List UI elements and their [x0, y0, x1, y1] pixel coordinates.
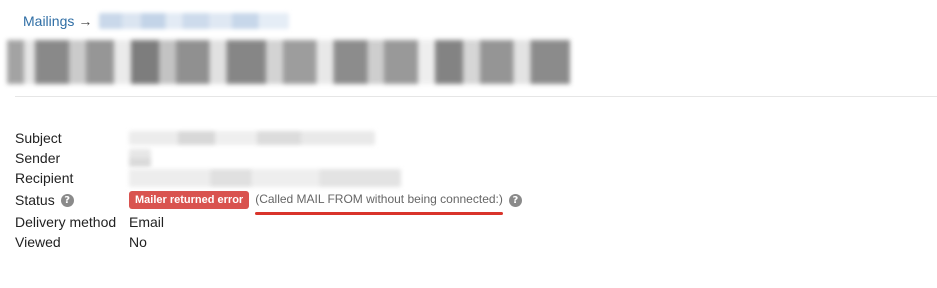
- sender-label: Sender: [15, 150, 61, 166]
- status-help-icon[interactable]: ?: [60, 193, 74, 207]
- mailing-details: Subject Sender Recipient Status ? Mailer…: [15, 128, 522, 252]
- sender-row: Sender: [15, 148, 522, 168]
- delivery-method-row: Delivery method Email: [15, 212, 522, 232]
- recipient-value: [129, 169, 401, 187]
- recipient-row: Recipient: [15, 168, 522, 188]
- status-label: Status: [15, 192, 55, 208]
- subject-redacted: [129, 131, 375, 145]
- subject-label: Subject: [15, 130, 62, 146]
- delivery-method-label: Delivery method: [15, 214, 117, 230]
- breadcrumb-separator: →: [78, 13, 93, 29]
- breadcrumb-current-redacted: [99, 13, 290, 29]
- recipient-redacted: [129, 169, 401, 187]
- error-help-icon[interactable]: ?: [508, 193, 522, 207]
- status-badge: Mailer returned error: [129, 191, 250, 209]
- header-divider: [15, 96, 937, 97]
- recipient-label: Recipient: [15, 170, 74, 186]
- subject-value: [129, 131, 375, 145]
- status-error-message: (Called MAIL FROM without being connecte…: [255, 189, 503, 215]
- viewed-label: Viewed: [15, 234, 61, 250]
- status-value: Mailer returned error (Called MAIL FROM …: [129, 189, 522, 215]
- sender-redacted: [129, 149, 151, 167]
- breadcrumb-mailings-link[interactable]: Mailings: [23, 13, 74, 29]
- delivery-method-value: Email: [129, 214, 165, 230]
- page-title-redacted: [7, 40, 570, 84]
- viewed-row: Viewed No: [15, 232, 522, 252]
- breadcrumb: Mailings →: [23, 10, 290, 32]
- sender-value: [129, 149, 151, 167]
- subject-row: Subject: [15, 128, 522, 148]
- status-label-cell: Status ?: [15, 190, 129, 210]
- status-row: Status ? Mailer returned error (Called M…: [15, 188, 522, 215]
- viewed-value: No: [129, 234, 147, 250]
